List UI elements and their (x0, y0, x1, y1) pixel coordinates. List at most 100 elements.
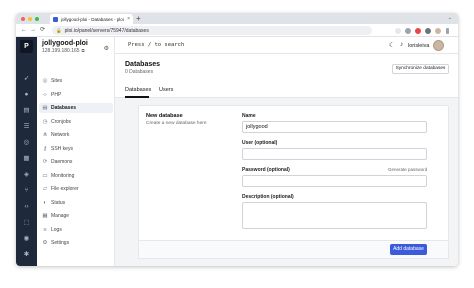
description-textarea[interactable] (242, 202, 427, 229)
server-ip: 128.199.180.165 ⧉ (42, 48, 85, 54)
maximize-window-button[interactable] (35, 16, 39, 21)
users-icon[interactable]: ● (22, 90, 31, 99)
servers-icon[interactable]: ▤ (22, 106, 31, 115)
tab-list-chevron-icon[interactable]: ⌄ (448, 13, 452, 24)
page-title: Databases (125, 61, 161, 68)
forward-icon[interactable]: → (30, 24, 36, 37)
sidebar-item-label: Cronjobs (51, 118, 72, 125)
server-settings-gear-icon[interactable]: ⚙ (104, 45, 109, 52)
sidebar-item-daemons[interactable]: ⟳ Daemons (39, 157, 113, 167)
browser-tab[interactable]: jollygood-ploi - Databases - ploi × (50, 14, 133, 24)
ploi-logo[interactable]: P (20, 40, 33, 53)
ploi-favicon-icon (53, 16, 58, 22)
sidebar-item-file-explorer[interactable]: ▱ File explorer (39, 184, 113, 194)
profile-icon[interactable] (435, 27, 441, 34)
sidebar-item-settings[interactable]: ⚙ Settings (39, 238, 113, 248)
main-content: Press / to search ☾ ♪ lorisleiva Databas… (115, 37, 458, 266)
user-label: User (optional) (242, 140, 278, 146)
description-label: Description (optional) (242, 194, 294, 200)
tab-databases[interactable]: Databases (125, 87, 151, 93)
sidebar-item-logs[interactable]: ≡ Logs (39, 225, 113, 235)
add-database-button[interactable]: Add database (390, 244, 427, 255)
username[interactable]: lorisleiva (408, 43, 429, 49)
notifications-bell-icon[interactable]: ♪ (400, 41, 403, 48)
manage-icon: ▦ (42, 213, 48, 219)
name-input[interactable]: jollygood (242, 121, 427, 133)
server-ip-text: 128.199.180.165 (42, 48, 80, 54)
menu-icon[interactable] (446, 27, 449, 34)
code-icon[interactable]: ‹› (22, 202, 31, 211)
extension-icon[interactable] (405, 27, 411, 34)
sidebar-item-sites[interactable]: ◎ Sites (39, 76, 113, 86)
generate-password-link[interactable]: Generate password (388, 167, 427, 172)
server-name: jollygood-ploi (42, 40, 88, 47)
sidebar-item-monitoring[interactable]: ▭ Monitoring (39, 171, 113, 181)
list-icon[interactable]: ☰ (22, 122, 31, 131)
avatar[interactable] (433, 40, 444, 51)
new-database-card: New database Create a new database here … (138, 105, 449, 241)
tab-users[interactable]: Users (159, 87, 173, 93)
sidebar-item-label: Logs (51, 226, 62, 233)
sidebar-item-label: Network (51, 132, 70, 138)
sidebar-item-status[interactable]: ◐ Status (39, 198, 113, 208)
form-title: New database (146, 113, 183, 119)
close-window-button[interactable] (21, 16, 25, 21)
page-header: Databases 0 Databases Synchronize databa… (115, 54, 458, 84)
copy-icon[interactable]: ⧉ (82, 48, 85, 53)
password-input[interactable] (242, 175, 427, 187)
settings-icon: ⚙ (42, 240, 48, 246)
database-icon[interactable]: ⬚ (22, 218, 31, 227)
sidebar-item-php[interactable]: ‹› PHP (39, 90, 113, 100)
sidebar-item-label: Databases (51, 105, 77, 111)
cog-icon[interactable]: ✱ (22, 250, 31, 259)
top-bar: Press / to search ☾ ♪ lorisleiva (115, 37, 458, 54)
sidebar-item-network[interactable]: ⋔ Network (39, 130, 113, 140)
clock-icon: ◷ (42, 118, 48, 125)
reload-icon[interactable]: ⟳ (40, 24, 45, 37)
daemon-icon: ⟳ (42, 159, 48, 165)
dark-mode-moon-icon[interactable]: ☾ (389, 41, 395, 49)
sidebar-item-label: File explorer (51, 186, 79, 192)
user-input[interactable] (242, 148, 427, 160)
status-icon: ◐ (43, 199, 47, 206)
network-icon: ⋔ (42, 132, 48, 138)
key-icon: ⚷ (42, 145, 48, 152)
folder-icon: ▱ (42, 186, 48, 192)
sidebar-item-cronjobs[interactable]: ◷ Cronjobs (39, 117, 113, 127)
new-tab-button[interactable]: + (136, 13, 141, 24)
globe-icon[interactable]: ◎ (22, 138, 31, 147)
database-count: 0 Databases (125, 69, 154, 75)
tabs: Databases Users (115, 84, 458, 98)
sidebar-item-databases[interactable]: ▤ Databases (39, 103, 113, 113)
tag-icon[interactable]: ◈ (22, 170, 31, 179)
password-label: Password (optional) (242, 167, 290, 173)
sidebar-item-manage[interactable]: ▦ Manage (39, 211, 113, 221)
extension-icon[interactable] (415, 27, 421, 34)
star-icon[interactable] (395, 27, 401, 34)
rocket-icon[interactable]: ➶ (22, 74, 31, 83)
url-field[interactable]: 🔒 ploi.io/panel/servers/75947/databases (52, 26, 372, 35)
logs-icon: ≡ (43, 226, 47, 233)
sidebar-item-label: PHP (51, 91, 62, 98)
name-label: Name (242, 113, 256, 119)
back-icon[interactable]: ← (21, 24, 27, 37)
sidebar-item-label: Status (51, 199, 66, 206)
sidebar-item-ssh-keys[interactable]: ⚷ SSH keys (39, 144, 113, 154)
user-icon[interactable]: ◉ (22, 234, 31, 243)
layers-icon[interactable]: ▦ (22, 154, 31, 163)
sidebar-item-label: Manage (51, 213, 70, 219)
app: P ➶ ● ▤ ☰ ◎ ▦ ◈ ⑂ ‹› ⬚ ◉ ✱ jollygood-plo… (16, 37, 458, 266)
tab-close-icon[interactable]: × (127, 16, 130, 22)
url-text: ploi.io/panel/servers/75947/databases (64, 27, 149, 34)
minimize-window-button[interactable] (28, 16, 32, 21)
synchronize-databases-button[interactable]: Synchronize databases (392, 64, 449, 74)
sidebar-item-label: Daemons (51, 159, 73, 165)
share-icon[interactable]: ⑂ (22, 186, 31, 195)
browser-window: jollygood-ploi - Databases - ploi × + ⌄ … (16, 13, 458, 266)
tab-title: jollygood-ploi - Databases - ploi (61, 16, 124, 22)
search-hint[interactable]: Press / to search (128, 42, 184, 48)
code-icon: ‹› (43, 91, 47, 98)
monitor-icon: ▭ (42, 172, 48, 179)
active-tab-indicator (125, 96, 149, 98)
extension-icon[interactable] (425, 27, 431, 34)
